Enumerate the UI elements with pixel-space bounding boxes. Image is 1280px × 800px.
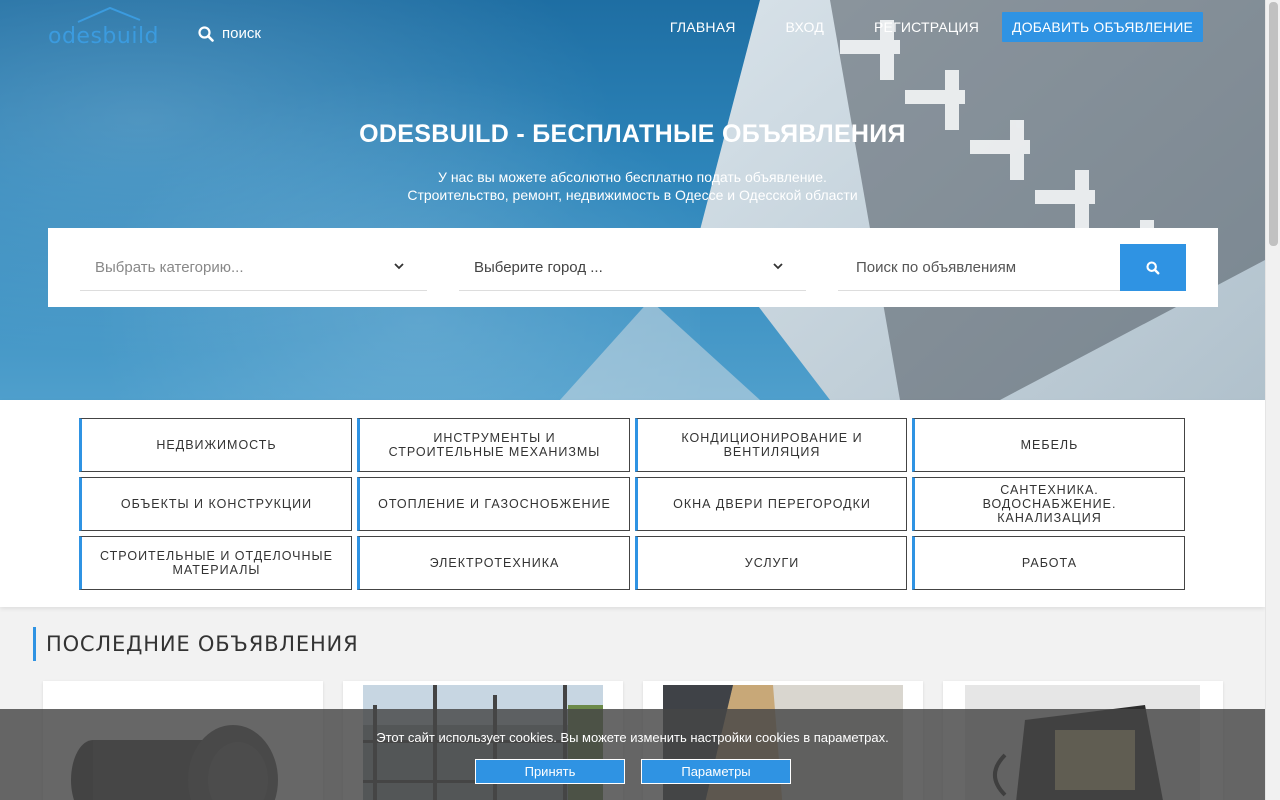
search-panel: Выбрать категорию... Выберите город ... … (48, 228, 1218, 307)
page-scrollbar[interactable] (1265, 0, 1280, 800)
search-submit-button[interactable] (1120, 244, 1186, 291)
category-furniture[interactable]: МЕБЕЛЬ (912, 418, 1185, 472)
category-jobs[interactable]: РАБОТА (912, 536, 1185, 590)
search-icon (198, 25, 214, 42)
category-select-value: Выбрать категорию... (95, 258, 244, 276)
site-logo[interactable]: odesbuild (48, 6, 159, 49)
search-input[interactable]: Поиск по объявлениям (838, 244, 1121, 291)
categories-section: НЕДВИЖИМОСТЬ ИНСТРУМЕНТЫ И СТРОИТЕЛЬНЫЕ … (0, 400, 1265, 607)
category-select[interactable]: Выбрать категорию... (80, 244, 427, 291)
hero-subtitle: У нас вы можете абсолютно бесплатно пода… (0, 168, 1265, 204)
category-heating[interactable]: ОТОПЛЕНИЕ И ГАЗОСНОБЖЕНИЕ (357, 477, 630, 531)
category-plumbing[interactable]: САНТЕХНИКА. ВОДОСНАБЖЕНИЕ. КАНАЛИЗАЦИЯ (912, 477, 1185, 531)
nav-login[interactable]: ВХОД (786, 19, 824, 35)
main-nav: ГЛАВНАЯ ВХОД РЕГИСТРАЦИЯ ДОБАВИТЬ ОБЪЯВЛ… (620, 12, 1203, 42)
category-tools[interactable]: ИНСТРУМЕНТЫ И СТРОИТЕЛЬНЫЕ МЕХАНИЗМЫ (357, 418, 630, 472)
category-real-estate[interactable]: НЕДВИЖИМОСТЬ (79, 418, 352, 472)
page-title: ODESBUILD - БЕСПЛАТНЫЕ ОБЪЯВЛЕНИЯ (359, 120, 906, 148)
add-listing-button[interactable]: ДОБАВИТЬ ОБЪЯВЛЕНИЕ (1002, 12, 1203, 42)
categories-grid: НЕДВИЖИМОСТЬ ИНСТРУМЕНТЫ И СТРОИТЕЛЬНЫЕ … (79, 418, 1185, 590)
cookie-accept-button[interactable]: Принять (475, 759, 625, 784)
chevron-down-icon (773, 263, 783, 270)
city-select-value: Выберите город ... (474, 258, 603, 276)
nav-register[interactable]: РЕГИСТРАЦИЯ (874, 19, 979, 35)
latest-listings-title: ПОСЛЕДНИЕ ОБЪЯВЛЕНИЯ (33, 627, 358, 661)
logo-text: odesbuild (48, 24, 160, 49)
scrollbar-thumb[interactable] (1269, 2, 1278, 246)
search-input-placeholder: Поиск по объявлениям (856, 258, 1017, 276)
hero-subtitle-line2: Строительство, ремонт, недвижимость в Од… (407, 187, 858, 203)
hero-subtitle-line1: У нас вы можете абсолютно бесплатно пода… (438, 169, 827, 185)
category-windows-doors[interactable]: ОКНА ДВЕРИ ПЕРЕГОРОДКИ (635, 477, 907, 531)
nav-home[interactable]: ГЛАВНАЯ (670, 19, 736, 35)
cookie-text: Этот сайт использует cookies. Вы можете … (376, 730, 889, 745)
chevron-down-icon (394, 263, 404, 270)
category-electrical[interactable]: ЭЛЕКТРОТЕХНИКА (357, 536, 630, 590)
category-services[interactable]: УСЛУГИ (635, 536, 907, 590)
city-select[interactable]: Выберите город ... (459, 244, 806, 291)
cookie-banner: Этот сайт использует cookies. Вы можете … (0, 709, 1265, 800)
category-materials[interactable]: СТРОИТЕЛЬНЫЕ И ОТДЕЛОЧНЫЕ МАТЕРИАЛЫ (79, 536, 352, 590)
cookie-settings-button[interactable]: Параметры (641, 759, 791, 784)
hero-banner: odesbuild поиск ГЛАВНАЯ ВХОД РЕГИСТРАЦИЯ… (0, 0, 1265, 400)
header-search-label: поиск (222, 25, 261, 42)
search-icon (1146, 260, 1160, 274)
category-ventilation[interactable]: КОНДИЦИОНИРОВАНИЕ И ВЕНТИЛЯЦИЯ (635, 418, 907, 472)
category-objects[interactable]: ОБЪЕКТЫ И КОНСТРУКЦИИ (79, 477, 352, 531)
header-search[interactable]: поиск (198, 25, 261, 42)
